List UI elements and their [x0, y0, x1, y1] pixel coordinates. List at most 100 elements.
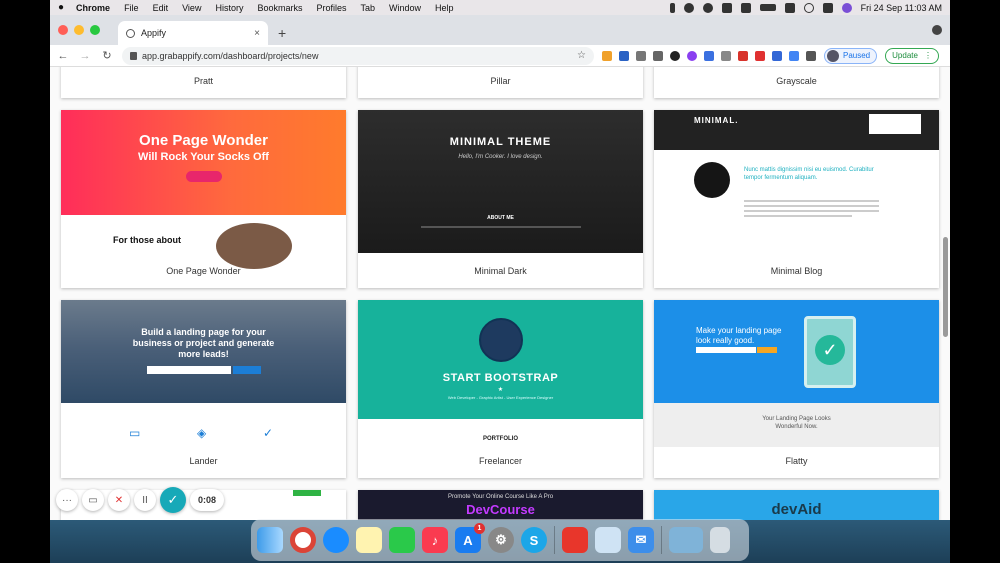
thumb-headline: devAid	[771, 501, 822, 518]
menu-file[interactable]: File	[124, 3, 139, 13]
anydesk-icon[interactable]	[562, 527, 588, 553]
back-arrow-icon[interactable]: ←	[56, 50, 70, 62]
template-card-lander[interactable]: Build a landing page for your business o…	[61, 300, 346, 478]
wifi-icon[interactable]	[784, 2, 795, 13]
menu-edit[interactable]: Edit	[153, 3, 169, 13]
template-thumbnail: MINIMAL THEME Hello, I'm Cooker. I love …	[358, 110, 643, 253]
recorder-done-button[interactable]: ✓	[160, 487, 186, 513]
thumb-headline: Nunc mattis dignissim nisi eu euismod. C…	[744, 167, 874, 181]
address-bar[interactable]: app.grabappify.com/dashboard/projects/ne…	[122, 46, 594, 65]
close-tab-icon[interactable]: ×	[254, 28, 260, 39]
menu-chrome[interactable]: Chrome	[76, 3, 110, 13]
tab-appify[interactable]: Appify ×	[118, 21, 268, 45]
minimize-window-button[interactable]	[74, 25, 84, 35]
update-label: Update	[892, 51, 918, 60]
clock-app-icon[interactable]	[683, 2, 694, 13]
downloads-icon[interactable]	[669, 527, 703, 553]
finder-icon[interactable]	[257, 527, 283, 553]
reload-icon[interactable]: ↻	[100, 49, 114, 62]
menu-tab[interactable]: Tab	[361, 3, 376, 13]
extension-icon[interactable]	[687, 50, 697, 61]
profile-paused-button[interactable]: Paused	[824, 47, 878, 64]
recorder-more-button[interactable]: ···	[56, 489, 78, 511]
settings-icon[interactable]: ⚙	[488, 527, 514, 553]
close-window-button[interactable]	[58, 25, 68, 35]
screen-record-icon[interactable]	[702, 2, 713, 13]
recorder-delete-button[interactable]: ✕	[108, 489, 130, 511]
extension-icon[interactable]	[789, 50, 799, 61]
template-card-minimal-blog[interactable]: MINIMAL. Nunc mattis dignissim nisi eu e…	[654, 110, 939, 288]
thumb-headline: Make your landing page look really good.	[696, 326, 782, 345]
menu-view[interactable]: View	[182, 3, 201, 13]
template-card-devaid[interactable]: devAid	[654, 490, 939, 520]
layers-icon: ◈	[197, 426, 207, 440]
menu-profiles[interactable]: Profiles	[316, 3, 346, 13]
notification-badge: 1	[474, 523, 485, 534]
extension-icon[interactable]	[772, 50, 782, 61]
menu-window[interactable]: Window	[389, 3, 421, 13]
notes-icon[interactable]	[356, 527, 382, 553]
thumb-text-lines	[744, 200, 879, 220]
new-tab-button[interactable]: +	[278, 25, 286, 41]
message-icon[interactable]	[721, 2, 732, 13]
page-scrollbar[interactable]	[943, 237, 948, 337]
thumb-headline: One Page Wonder	[139, 132, 268, 149]
template-card-pratt[interactable]: Pratt	[61, 67, 346, 98]
template-card-one-page-wonder[interactable]: One Page Wonder Will Rock Your Socks Off…	[61, 110, 346, 288]
control-center-icon[interactable]	[822, 2, 833, 13]
template-card-devcourse[interactable]: Promote Your Online Course Like A Pro De…	[358, 490, 643, 520]
template-card-freelancer[interactable]: START BOOTSTRAP ★ Web Developer - Graphi…	[358, 300, 643, 478]
recorder-camera-button[interactable]: ▭	[82, 489, 104, 511]
template-card-minimal-dark[interactable]: MINIMAL THEME Hello, I'm Cooker. I love …	[358, 110, 643, 288]
template-label: Grayscale	[776, 76, 817, 86]
volume-icon[interactable]	[740, 2, 751, 13]
chrome-icon[interactable]	[290, 527, 316, 553]
template-label: Lander	[189, 456, 218, 466]
kebab-menu-icon[interactable]: ⋮	[924, 51, 932, 60]
profile-menu-icon[interactable]	[932, 25, 942, 35]
camera-extension-icon[interactable]	[653, 50, 663, 61]
dock-separator	[554, 526, 555, 554]
extension-icon[interactable]	[636, 50, 646, 61]
extension-icon[interactable]	[602, 50, 612, 61]
template-card-pillar[interactable]: Pillar	[358, 67, 643, 98]
music-icon[interactable]: ♪	[422, 527, 448, 553]
microphone-icon[interactable]	[669, 2, 675, 13]
thumb-topline: Promote Your Online Course Like A Pro	[447, 494, 554, 500]
forward-arrow-icon[interactable]: →	[78, 50, 92, 62]
tab-title: Appify	[141, 28, 167, 38]
maximize-window-button[interactable]	[90, 25, 100, 35]
bookmark-star-icon[interactable]: ☆	[577, 50, 586, 61]
avatar	[827, 49, 839, 62]
extensions-puzzle-icon[interactable]	[806, 50, 816, 61]
update-button[interactable]: Update ⋮	[885, 47, 939, 64]
extension-icon[interactable]	[738, 50, 748, 61]
recorder-pause-button[interactable]: II	[134, 489, 156, 511]
spotlight-search-icon[interactable]	[803, 2, 814, 13]
extension-icon[interactable]	[704, 50, 714, 61]
url-text[interactable]: app.grabappify.com/dashboard/projects/ne…	[142, 51, 318, 61]
skype-icon[interactable]: S	[521, 527, 547, 553]
menu-help[interactable]: Help	[435, 3, 454, 13]
menu-bookmarks[interactable]: Bookmarks	[257, 3, 302, 13]
trash-icon[interactable]	[710, 527, 730, 553]
extension-icon[interactable]	[755, 50, 765, 61]
menu-history[interactable]: History	[215, 3, 243, 13]
template-card-grayscale[interactable]: Grayscale	[654, 67, 939, 98]
apple-menu-icon[interactable]: ●	[58, 2, 64, 13]
thumb-section-title: For those about	[113, 235, 181, 245]
menubar-clock[interactable]: Fri 24 Sep 11:03 AM	[861, 3, 942, 13]
battery-icon[interactable]	[759, 4, 776, 11]
extension-icon[interactable]	[721, 50, 731, 61]
template-card-flatty[interactable]: Make your landing page look really good.…	[654, 300, 939, 478]
extension-icon[interactable]	[670, 50, 680, 61]
facetime-icon[interactable]	[389, 527, 415, 553]
mail-icon[interactable]: ✉	[628, 527, 654, 553]
safari-icon[interactable]	[323, 527, 349, 553]
app-store-icon[interactable]: A1	[455, 523, 485, 553]
macos-menu-bar: ● Chrome File Edit View History Bookmark…	[50, 0, 950, 15]
extension-icon[interactable]	[619, 50, 629, 61]
siri-icon[interactable]	[841, 2, 852, 13]
preview-icon[interactable]	[595, 527, 621, 553]
browser-toolbar: ← → ↻ app.grabappify.com/dashboard/proje…	[50, 45, 950, 67]
